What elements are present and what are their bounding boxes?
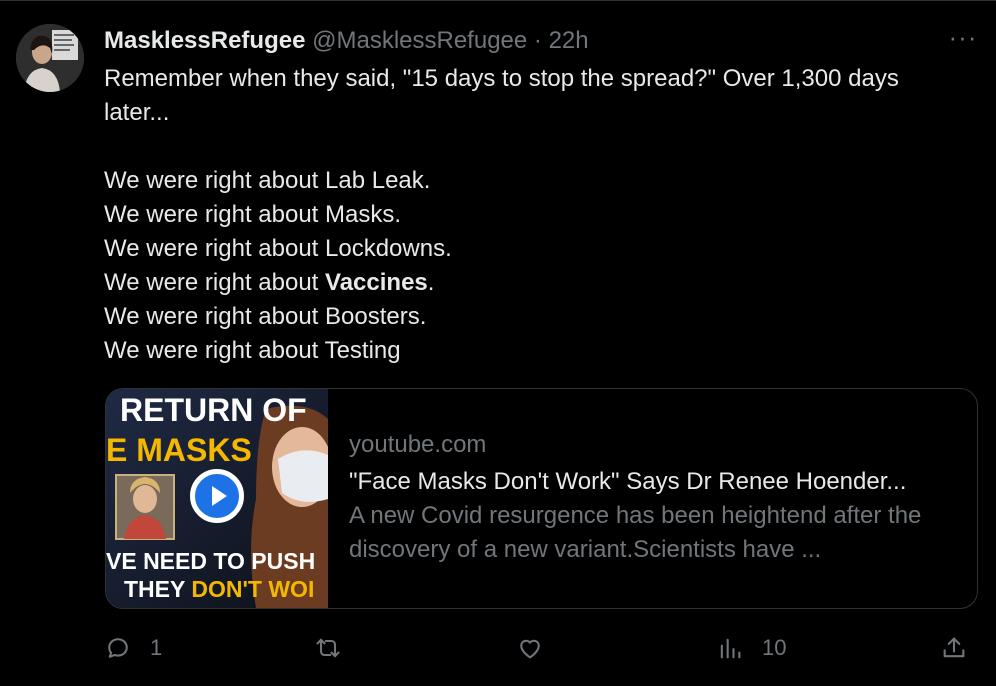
tweet-line: Remember when they said, "15 days to sto… — [104, 65, 899, 126]
tweet-header: MasklessRefugee @MasklessRefugee · 22h — [104, 26, 936, 56]
handle[interactable]: @MasklessRefugee — [312, 27, 527, 54]
avatar[interactable] — [16, 24, 84, 92]
thumb-caption: VE NEED TO PUSH THEY DON'T WOI — [106, 548, 316, 602]
like-icon — [520, 639, 540, 659]
share-icon — [943, 637, 965, 658]
tweet-line: We were right about Masks. — [104, 201, 402, 228]
link-card[interactable]: RETURN OF E MASKS VE NEED TO PUSH THEY D… — [105, 388, 978, 609]
views-icon — [720, 638, 741, 659]
action-bar: 1 10 — [104, 628, 976, 668]
play-icon[interactable] — [190, 469, 244, 523]
reply-count: 1 — [150, 635, 163, 660]
thumb-headline-accent: E MASKS — [106, 432, 252, 468]
reply-button[interactable]: 1 — [104, 628, 162, 668]
tweet-line: We were right about Boosters. — [104, 303, 427, 330]
timestamp[interactable]: 22h — [549, 27, 589, 54]
tweet-line: We were right about Lab Leak. — [104, 167, 431, 194]
thumb-headline: RETURN OF — [120, 392, 307, 428]
card-title[interactable]: "Face Masks Don't Work" Says Dr Renee Ho… — [349, 465, 959, 499]
video-thumbnail[interactable]: RETURN OF E MASKS VE NEED TO PUSH THEY D… — [106, 389, 328, 608]
reply-icon — [108, 638, 128, 658]
retweet-button[interactable] — [314, 628, 360, 668]
display-name[interactable]: MasklessRefugee — [104, 27, 305, 54]
views-count: 10 — [762, 635, 787, 660]
card-domain: youtube.com — [349, 431, 487, 458]
like-button[interactable] — [516, 628, 562, 668]
top-divider — [0, 0, 996, 1]
bold-word: Vaccines — [325, 269, 428, 296]
more-icon[interactable]: ··· — [946, 24, 980, 56]
share-button[interactable] — [940, 628, 968, 668]
card-body: youtube.com "Face Masks Don't Work" Says… — [349, 429, 959, 567]
separator-dot: · — [533, 27, 542, 54]
tweet-line: We were right about Testing — [104, 337, 401, 364]
tweet-line: We were right about Vaccines. — [104, 269, 435, 296]
retweet-icon — [316, 638, 340, 658]
views-button[interactable]: 10 — [716, 628, 786, 668]
tweet-text: Remember when they said, "15 days to sto… — [104, 62, 964, 368]
card-description: A new Covid resurgence has been heighten… — [349, 502, 922, 563]
tweet-line: We were right about Lockdowns. — [104, 235, 452, 262]
